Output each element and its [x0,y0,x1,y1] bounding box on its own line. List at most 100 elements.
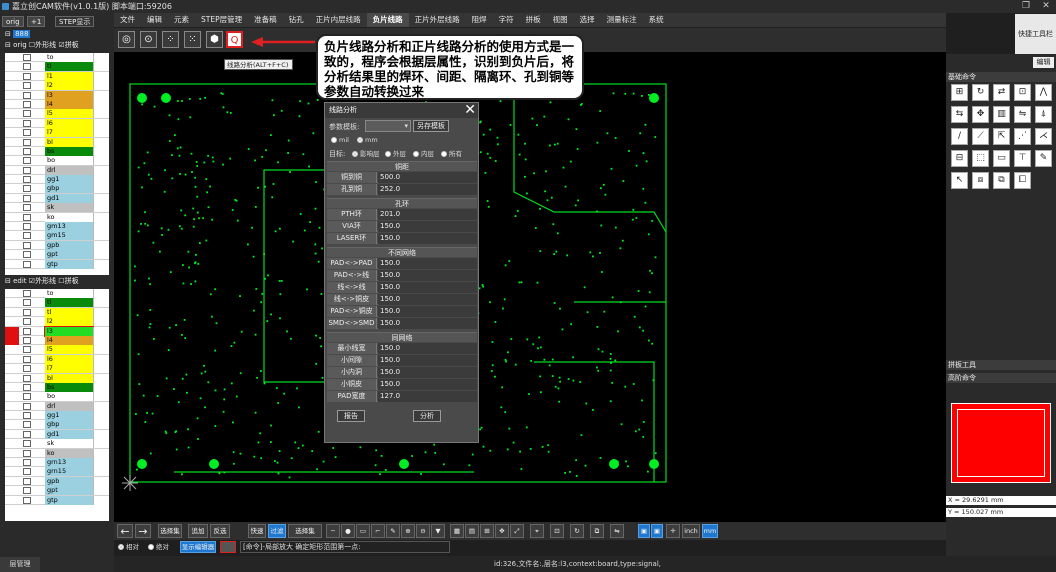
layer-status-swatch[interactable] [5,72,19,81]
command-icon-11[interactable]: ⟋ [972,128,989,145]
remove-tool-icon[interactable]: ⊖ [416,524,430,538]
layer-checkbox[interactable] [23,91,31,99]
layer-row[interactable]: drl [5,165,109,176]
layer-row[interactable]: sk [5,203,109,213]
layer-status-swatch[interactable] [5,194,19,203]
layer-row[interactable]: gpb [5,240,109,251]
layer-row[interactable]: l7 [5,364,109,374]
layer-row[interactable]: gtp [5,259,109,269]
layer-checkbox[interactable] [23,232,31,240]
mirror-tool-icon[interactable]: ⇋ [610,524,624,538]
layer-checkbox[interactable] [23,402,31,410]
layer-checkbox[interactable] [23,166,31,174]
layer-checkbox[interactable] [23,308,31,316]
layer-status-swatch[interactable] [5,109,19,118]
layer-status-swatch[interactable] [5,156,19,165]
polyline-tool-icon[interactable]: ⌐ [371,524,385,538]
tool-button-5[interactable]: ⬢ [206,31,223,48]
layer-status-swatch[interactable] [5,203,19,212]
layer-checkbox[interactable] [23,393,31,401]
layer-checkbox[interactable] [23,477,31,485]
menu-item-2[interactable]: 元素 [168,13,195,27]
layer-row[interactable]: gpt [5,250,109,260]
view-mode-2-icon[interactable]: ▣ [651,524,663,538]
menu-item-15[interactable]: 系统 [643,13,670,27]
param-value-input[interactable]: 150.0 [378,294,477,305]
crosshair-icon[interactable]: ✛ [666,524,680,538]
layer-status-swatch[interactable] [5,53,19,62]
layer-status-swatch[interactable] [5,241,19,250]
mode-radio-absolute[interactable]: 绝对 [148,543,169,552]
menu-item-12[interactable]: 视图 [547,13,574,27]
command-icon-10[interactable]: ∕ [951,128,968,145]
command-icon-2[interactable]: ⇄ [993,84,1010,101]
param-value-input[interactable]: 150.0 [378,282,477,293]
command-icon-15[interactable]: ⊟ [951,150,968,167]
restore-icon[interactable]: ❐ [1016,0,1036,13]
snap-tool-icon[interactable]: ⌖ [530,524,544,538]
command-icon-3[interactable]: ⊡ [1014,84,1031,101]
command-icon-12[interactable]: ⇱ [993,128,1010,145]
layer-row[interactable]: gg1 [5,411,109,421]
layer-row[interactable]: l2 [5,81,109,91]
layer-checkbox[interactable] [23,194,31,202]
layer-status-swatch[interactable] [5,166,19,175]
layer-checkbox[interactable] [23,129,31,137]
layer-status-swatch[interactable] [5,231,19,240]
layer-checkbox[interactable] [23,449,31,457]
layer-row[interactable]: l6 [5,118,109,129]
layer-checkbox[interactable] [23,299,31,307]
layer-row[interactable]: tl [5,62,109,72]
layer-row[interactable]: to [5,289,109,299]
forward-arrow-icon[interactable]: → [135,524,151,538]
mode-radio-relative[interactable]: 相对 [118,543,139,552]
unit-mm-button[interactable]: mm [702,524,718,538]
layers-tool-icon[interactable]: ▤ [465,524,479,538]
append-button[interactable]: 追加 [188,524,208,538]
layer-checkbox[interactable] [23,72,31,80]
layer-status-swatch[interactable] [5,335,19,345]
root-node[interactable]: ⊟ 888 [5,29,109,40]
layer-checkbox[interactable] [23,355,31,363]
layer-status-swatch[interactable] [5,439,19,448]
dcode-selection-button[interactable]: 选择集dcode [288,524,322,548]
command-icon-13[interactable]: ⋰ [1014,128,1031,145]
command-icon-19[interactable]: ✎ [1035,150,1052,167]
layer-checkbox[interactable] [23,327,31,335]
measure-tool-icon[interactable]: ⤢ [510,524,524,538]
copy-tool-icon[interactable]: ⧉ [590,524,604,538]
layer-status-swatch[interactable] [5,355,19,364]
layer-checkbox[interactable] [23,365,31,373]
layer-row[interactable]: grn15 [5,467,109,477]
command-icon-6[interactable]: ✥ [972,106,989,123]
layer-row[interactable]: grn13 [5,458,109,468]
command-icon-18[interactable]: ⊤ [1014,150,1031,167]
menu-item-13[interactable]: 选择 [574,13,601,27]
analyze-button[interactable]: 分析 [413,410,441,422]
layer-status-swatch[interactable] [5,402,19,411]
menu-item-3[interactable]: STEP层管理 [195,13,248,27]
rotate-tool-icon[interactable]: ↻ [570,524,584,538]
layer-row[interactable]: bl [5,137,109,147]
layer-row[interactable]: tl [5,307,109,318]
layer-row[interactable]: gd1 [5,429,109,440]
layer-status-swatch[interactable] [5,383,19,392]
invert-selection-button[interactable]: 反选 [210,524,230,538]
circle-tool-icon[interactable]: ● [341,524,355,538]
layer-checkbox[interactable] [23,223,31,231]
filter-tool-icon[interactable]: ▼ [431,524,445,538]
layer-status-swatch[interactable] [5,298,19,307]
layer-checkbox[interactable] [23,185,31,193]
layer-checkbox[interactable] [23,147,31,155]
param-value-input[interactable]: 127.0 [378,391,477,402]
layer-checkbox[interactable] [23,54,31,61]
command-icon-16[interactable]: ⬚ [972,150,989,167]
layer-row[interactable]: l3 [5,325,109,337]
board-canvas[interactable] [114,52,946,522]
command-icon-21[interactable]: ⧈ [972,172,989,189]
target-radio-affected[interactable]: 影响层 [352,150,380,159]
layer-status-swatch[interactable] [5,496,19,505]
layer-checkbox[interactable] [23,63,31,71]
command-icon-23[interactable]: ⧠ [1014,172,1031,189]
target-radio-inner[interactable]: 内层 [413,150,434,159]
